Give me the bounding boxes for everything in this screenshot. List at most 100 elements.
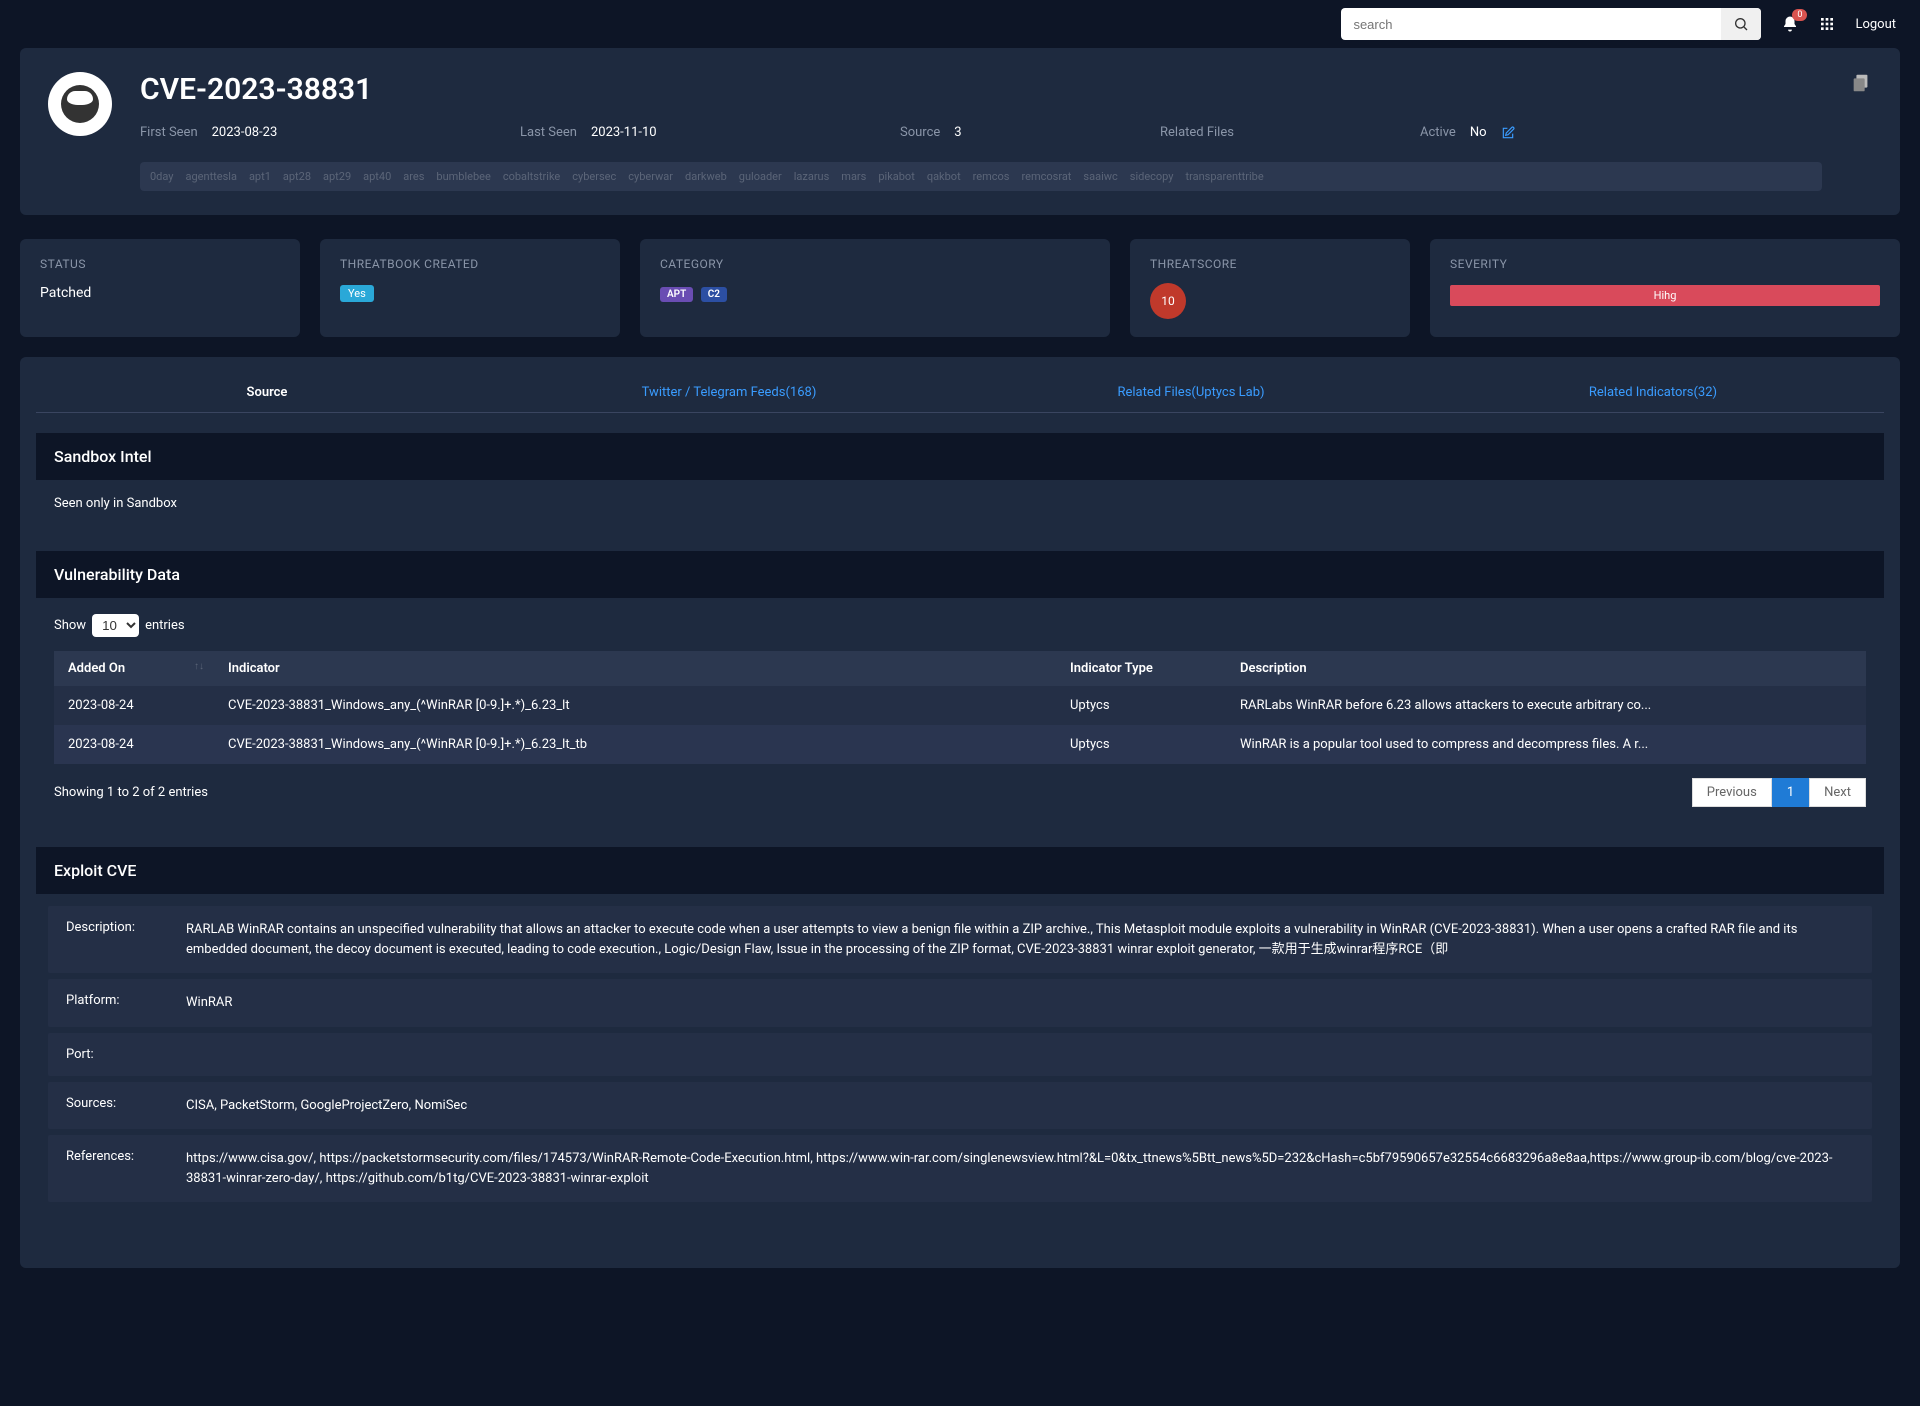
severity-card: SEVERITY Hihg: [1430, 239, 1900, 337]
status-card: STATUS Patched: [20, 239, 300, 337]
search-icon: [1733, 16, 1749, 32]
threatscore-value: 10: [1150, 283, 1186, 319]
exploit-row-label: Sources:: [66, 1096, 166, 1116]
severity-card-label: SEVERITY: [1450, 257, 1880, 271]
exploit-row-value: WinRAR: [186, 993, 232, 1013]
exploit-row-label: Description:: [66, 920, 166, 959]
last-seen-label: Last Seen: [520, 125, 577, 140]
exploit-section-title: Exploit CVE: [36, 847, 1884, 894]
exploit-row: Description: RARLAB WinRAR contains an un…: [48, 906, 1872, 973]
tag-transparenttribe[interactable]: transparenttribe: [1186, 170, 1264, 183]
header-main: CVE-2023-38831 First Seen 2023-08-23 Las…: [140, 72, 1822, 191]
tag-apt1[interactable]: apt1: [249, 170, 271, 183]
source-value: 3: [954, 125, 961, 140]
tag-remcosrat[interactable]: remcosrat: [1022, 170, 1072, 183]
table-row[interactable]: 2023-08-24CVE-2023-38831_Windows_any_(^W…: [54, 686, 1866, 725]
pager: Previous 1 Next: [1692, 778, 1866, 807]
tag-darkweb[interactable]: darkweb: [685, 170, 727, 183]
exploit-section-body: Description: RARLAB WinRAR contains an un…: [36, 894, 1884, 1220]
category-card-label: CATEGORY: [660, 257, 1090, 271]
tab-feeds[interactable]: Twitter / Telegram Feeds(168): [498, 373, 960, 412]
col-indicator-type[interactable]: Indicator Type: [1056, 651, 1226, 686]
col-description[interactable]: Description: [1226, 651, 1866, 686]
tag-cybersec[interactable]: cybersec: [572, 170, 616, 183]
category-pill-c2: C2: [701, 287, 727, 302]
exploit-row: Platform: WinRAR: [48, 979, 1872, 1027]
tag-bumblebee[interactable]: bumblebee: [436, 170, 490, 183]
sandbox-section-body: Seen only in Sandbox: [36, 480, 1884, 527]
col-indicator[interactable]: Indicator: [214, 651, 1056, 686]
meta-last-seen: Last Seen 2023-11-10: [520, 125, 840, 140]
showing-text: Showing 1 to 2 of 2 entries: [54, 785, 208, 800]
show-entries-select[interactable]: 10: [92, 614, 139, 637]
tag-remcos[interactable]: remcos: [973, 170, 1010, 183]
tag-sidecopy[interactable]: sidecopy: [1130, 170, 1174, 183]
tag-apt29[interactable]: apt29: [323, 170, 351, 183]
cell-added: 2023-08-24: [54, 725, 214, 764]
table-header-row: Added On Indicator Indicator Type Descri…: [54, 651, 1866, 686]
show-prefix: Show: [54, 618, 86, 633]
tab-source[interactable]: Source: [36, 373, 498, 412]
search-button[interactable]: [1721, 8, 1761, 40]
created-value-badge: Yes: [340, 285, 374, 302]
tag-agenttesla[interactable]: agenttesla: [186, 170, 237, 183]
vulnerability-section-body: Show 10 entries Added On Indicator Indic…: [36, 598, 1884, 823]
cell-desc: WinRAR is a popular tool used to compres…: [1226, 725, 1866, 764]
tag-apt28[interactable]: apt28: [283, 170, 311, 183]
logout-link[interactable]: Logout: [1855, 17, 1896, 32]
tag-qakbot[interactable]: qakbot: [927, 170, 961, 183]
tag-ares[interactable]: ares: [403, 170, 424, 183]
tag-0day[interactable]: 0day: [150, 170, 174, 183]
status-card-label: STATUS: [40, 257, 280, 271]
pager-previous[interactable]: Previous: [1692, 778, 1772, 807]
cell-desc: RARLabs WinRAR before 6.23 allows attack…: [1226, 686, 1866, 725]
tag-cobaltstrike[interactable]: cobaltstrike: [503, 170, 560, 183]
cell-indicator: CVE-2023-38831_Windows_any_(^WinRAR [0-9…: [214, 725, 1056, 764]
first-seen-value: 2023-08-23: [212, 125, 278, 140]
pager-next[interactable]: Next: [1809, 778, 1866, 807]
tag-saaiwc[interactable]: saaiwc: [1083, 170, 1117, 183]
cell-added: 2023-08-24: [54, 686, 214, 725]
page: CVE-2023-38831 First Seen 2023-08-23 Las…: [0, 48, 1920, 1308]
edit-active-button[interactable]: [1501, 126, 1515, 140]
tag-apt40[interactable]: apt40: [363, 170, 391, 183]
search-wrapper: [1341, 8, 1761, 40]
col-added-on[interactable]: Added On: [54, 651, 214, 686]
exploit-row-value: RARLAB WinRAR contains an unspecified vu…: [186, 920, 1854, 959]
threatscore-card: THREATSCORE 10: [1130, 239, 1410, 337]
tab-related-indicators[interactable]: Related Indicators(32): [1422, 373, 1884, 412]
search-input[interactable]: [1341, 17, 1721, 32]
copy-button[interactable]: [1850, 72, 1872, 191]
notifications-button[interactable]: 0: [1781, 15, 1799, 33]
apps-button[interactable]: [1819, 16, 1835, 32]
table-footer: Showing 1 to 2 of 2 entries Previous 1 N…: [54, 778, 1866, 807]
exploit-row-value: https://www.cisa.gov/, https://packetsto…: [186, 1149, 1854, 1188]
meta-source: Source 3: [900, 125, 1100, 140]
meta-related-files: Related Files: [1160, 125, 1360, 140]
tab-related-files[interactable]: Related Files(Uptycs Lab): [960, 373, 1422, 412]
topbar: 0 Logout: [0, 0, 1920, 48]
pager-page-1[interactable]: 1: [1772, 778, 1809, 807]
info-cards-row: STATUS Patched THREATBOOK CREATED Yes CA…: [20, 239, 1900, 337]
tag-lazarus[interactable]: lazarus: [794, 170, 830, 183]
exploit-row-label: References:: [66, 1149, 166, 1188]
tag-cyberwar[interactable]: cyberwar: [628, 170, 673, 183]
created-card: THREATBOOK CREATED Yes: [320, 239, 620, 337]
tag-guloader[interactable]: guloader: [739, 170, 782, 183]
exploit-row-value: CISA, PacketStorm, GoogleProjectZero, No…: [186, 1096, 467, 1116]
severity-value: Hihg: [1450, 285, 1880, 306]
table-row[interactable]: 2023-08-24CVE-2023-38831_Windows_any_(^W…: [54, 725, 1866, 764]
created-card-label: THREATBOOK CREATED: [340, 257, 600, 271]
avatar: [48, 72, 112, 136]
tag-pikabot[interactable]: pikabot: [878, 170, 914, 183]
tag-mars[interactable]: mars: [841, 170, 866, 183]
notification-count-badge: 0: [1792, 9, 1807, 21]
exploit-row-label: Platform:: [66, 993, 166, 1013]
last-seen-value: 2023-11-10: [591, 125, 657, 140]
category-pill-apt: APT: [660, 287, 693, 302]
exploit-row: Port:: [48, 1033, 1872, 1076]
show-entries-row: Show 10 entries: [54, 614, 1866, 637]
vulnerability-table: Added On Indicator Indicator Type Descri…: [54, 651, 1866, 764]
sandbox-section: Sandbox Intel Seen only in Sandbox: [36, 433, 1884, 527]
category-values: APT C2: [660, 285, 1090, 301]
